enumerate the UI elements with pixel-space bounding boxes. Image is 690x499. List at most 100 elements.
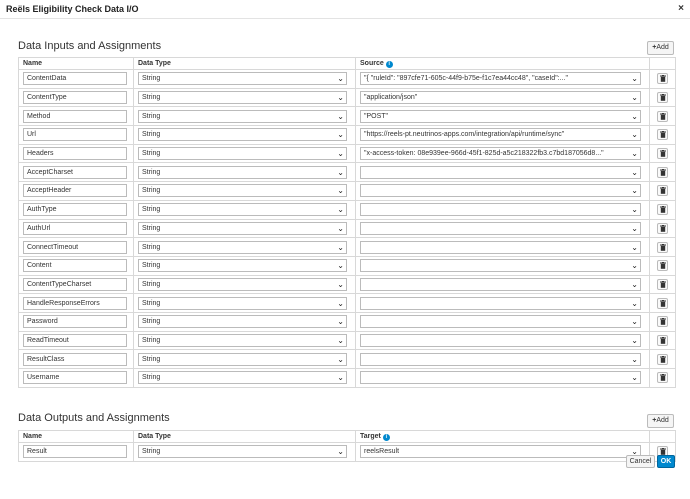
source-cell: ⌄ — [355, 255, 650, 276]
name-input[interactable]: Content — [23, 259, 127, 273]
ok-button[interactable]: OK — [657, 455, 675, 468]
table-row: AuthUrl String ⌄ ⌄ — [18, 218, 676, 239]
source-select[interactable]: ⌄ — [360, 371, 641, 385]
data-type-cell: String ⌄ — [133, 181, 356, 201]
data-type-select[interactable]: String ⌄ — [138, 296, 347, 310]
source-select[interactable]: ⌄ — [360, 259, 641, 273]
data-type-value: String — [142, 299, 161, 307]
source-select[interactable]: ⌄ — [360, 277, 641, 291]
trash-icon[interactable] — [657, 241, 668, 253]
source-select[interactable]: ⌄ — [360, 165, 641, 179]
data-type-select[interactable]: String ⌄ — [138, 109, 347, 123]
data-type-select[interactable]: String ⌄ — [138, 315, 347, 329]
source-select[interactable]: "{ "ruleId": "897cfe71-605c-44f9-b75e-f1… — [360, 72, 641, 86]
name-input[interactable]: ReadTimeout — [23, 333, 127, 347]
trash-icon[interactable] — [657, 297, 668, 309]
chevron-down-icon: ⌄ — [337, 242, 344, 252]
name-input[interactable]: Headers — [23, 147, 127, 161]
trash-icon[interactable] — [657, 316, 668, 328]
data-type-select[interactable]: String ⌄ — [138, 147, 347, 161]
trash-icon[interactable] — [657, 129, 668, 141]
source-select[interactable]: ⌄ — [360, 333, 641, 347]
trash-icon[interactable] — [657, 73, 668, 85]
add-input-button[interactable]: +Add — [647, 41, 674, 55]
source-select[interactable]: "x-access-token: 08e939ee-966d-45f1-825d… — [360, 147, 641, 161]
trash-icon[interactable] — [657, 166, 668, 178]
data-type-select[interactable]: String ⌄ — [138, 277, 347, 291]
data-type-cell: String ⌄ — [133, 293, 356, 313]
source-select[interactable]: "https://reels-pt.neutrinos-apps.com/int… — [360, 128, 641, 142]
trash-icon[interactable] — [657, 185, 668, 197]
name-cell: Content — [18, 255, 134, 276]
close-icon[interactable]: × — [678, 3, 684, 14]
source-select[interactable]: ⌄ — [360, 221, 641, 235]
trash-icon[interactable] — [657, 92, 668, 104]
chevron-down-icon: ⌄ — [337, 261, 344, 271]
trash-icon[interactable] — [657, 260, 668, 272]
data-type-select[interactable]: String ⌄ — [138, 91, 347, 105]
data-type-select[interactable]: String ⌄ — [138, 371, 347, 385]
trash-icon[interactable] — [657, 353, 668, 365]
source-select[interactable]: "POST" ⌄ — [360, 109, 641, 123]
source-select[interactable]: ⌄ — [360, 296, 641, 310]
name-input[interactable]: Result — [23, 445, 127, 459]
info-icon[interactable]: i — [385, 60, 393, 68]
name-input[interactable]: Username — [23, 371, 127, 385]
data-type-select[interactable]: String ⌄ — [138, 128, 347, 142]
data-type-value: String — [142, 187, 161, 195]
name-input[interactable]: Url — [23, 128, 127, 142]
target-select[interactable]: reelsResult ⌄ — [360, 445, 641, 459]
trash-icon[interactable] — [657, 110, 668, 122]
data-type-select[interactable]: String ⌄ — [138, 240, 347, 254]
name-input[interactable]: ContentData — [23, 72, 127, 86]
source-select[interactable]: ⌄ — [360, 184, 641, 198]
cancel-button[interactable]: Cancel — [626, 455, 655, 468]
trash-icon[interactable] — [657, 148, 668, 160]
source-cell: ⌄ — [355, 349, 650, 369]
source-select[interactable]: "application/json" ⌄ — [360, 91, 641, 105]
source-cell: ⌄ — [355, 181, 650, 201]
name-input[interactable]: ConnectTimeout — [23, 240, 127, 254]
trash-icon[interactable] — [657, 278, 668, 290]
chevron-down-icon: ⌄ — [337, 167, 344, 177]
data-type-select[interactable]: String ⌄ — [138, 259, 347, 273]
add-output-button[interactable]: +Add — [647, 414, 674, 428]
actions-cell — [649, 87, 676, 108]
data-type-select[interactable]: String ⌄ — [138, 352, 347, 366]
trash-icon[interactable] — [657, 372, 668, 384]
trash-icon[interactable] — [657, 204, 668, 216]
name-cell: ConnectTimeout — [18, 237, 134, 257]
source-select[interactable]: ⌄ — [360, 240, 641, 254]
data-type-select[interactable]: String ⌄ — [138, 184, 347, 198]
chevron-down-icon: ⌄ — [631, 205, 638, 215]
trash-icon[interactable] — [657, 222, 668, 234]
chevron-down-icon: ⌄ — [337, 279, 344, 289]
name-cell: ContentType — [18, 87, 134, 108]
name-input[interactable]: AcceptHeader — [23, 184, 127, 198]
name-input[interactable]: AcceptCharset — [23, 165, 127, 179]
source-select[interactable]: ⌄ — [360, 352, 641, 366]
name-input[interactable]: Password — [23, 315, 127, 329]
name-input[interactable]: AuthType — [23, 203, 127, 217]
name-input[interactable]: ContentTypeCharset — [23, 277, 127, 291]
chevron-down-icon: ⌄ — [337, 298, 344, 308]
table-row: Username String ⌄ ⌄ — [18, 368, 676, 388]
data-type-select[interactable]: String ⌄ — [138, 165, 347, 179]
data-type-select[interactable]: String ⌄ — [138, 445, 347, 459]
trash-icon[interactable] — [657, 334, 668, 346]
name-input[interactable]: ContentType — [23, 91, 127, 105]
name-input[interactable]: ResultClass — [23, 352, 127, 366]
data-type-select[interactable]: String ⌄ — [138, 72, 347, 86]
chevron-down-icon: ⌄ — [337, 74, 344, 84]
name-input[interactable]: Method — [23, 109, 127, 123]
chevron-down-icon: ⌄ — [631, 354, 638, 364]
name-input[interactable]: AuthUrl — [23, 221, 127, 235]
column-header-name: Name — [18, 57, 134, 70]
data-type-select[interactable]: String ⌄ — [138, 333, 347, 347]
name-input[interactable]: HandleResponseErrors — [23, 296, 127, 310]
info-icon[interactable]: i — [382, 433, 390, 441]
data-type-select[interactable]: String ⌄ — [138, 203, 347, 217]
data-type-select[interactable]: String ⌄ — [138, 221, 347, 235]
source-select[interactable]: ⌄ — [360, 315, 641, 329]
source-select[interactable]: ⌄ — [360, 203, 641, 217]
